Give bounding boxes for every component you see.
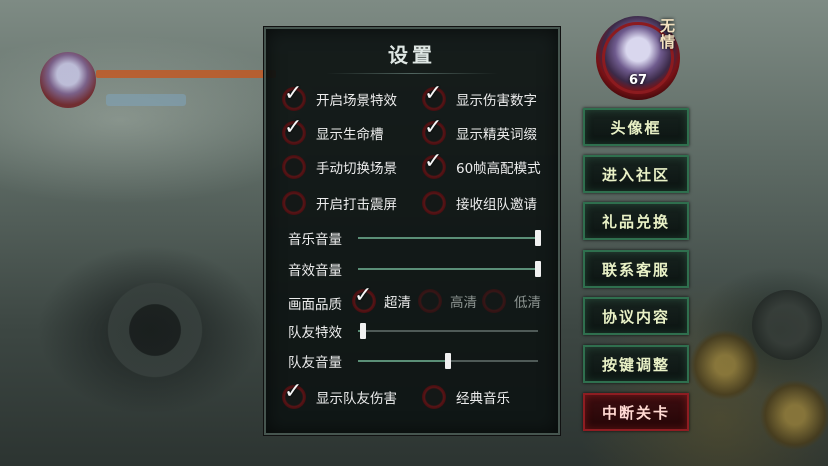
toggle-team-damage[interactable]: ✓ 显示队友伤害 <box>282 381 397 410</box>
checkmark-icon: ✓ <box>284 81 303 106</box>
team-effects-slider[interactable] <box>358 323 538 339</box>
team-effects-row: 队友特效 <box>288 321 544 341</box>
checkmark-icon: ✓ <box>424 115 443 140</box>
toggle-hit-shake[interactable]: 开启打击震屏 <box>282 190 397 216</box>
toggle-team-invite[interactable]: 接收组队邀请 <box>422 190 537 216</box>
checkbox-ring-icon: ✓ <box>282 381 306 409</box>
option-label: 经典音乐 <box>456 391 510 407</box>
checkmark-icon: ✓ <box>354 283 373 308</box>
option-label: 开启打击震屏 <box>316 197 397 213</box>
checkbox-ring-icon: ✓ <box>422 83 446 111</box>
option-label: 手动切换场景 <box>316 161 397 177</box>
checkmark-icon: ✓ <box>284 115 303 140</box>
option-label: 显示伤害数字 <box>456 93 537 109</box>
team-volume-slider[interactable] <box>358 353 538 369</box>
slider-thumb[interactable] <box>535 230 541 246</box>
agreement-button[interactable]: 协议内容 <box>583 297 689 335</box>
slider-thumb[interactable] <box>445 353 451 369</box>
checkbox-ring-icon: ✓ <box>422 151 446 179</box>
slider-fill <box>358 268 538 270</box>
quality-option-low[interactable]: 低清 <box>482 288 541 314</box>
option-label: 开启场景特效 <box>316 93 397 109</box>
slider-label: 音效音量 <box>288 263 342 279</box>
music-volume-row: 音乐音量 <box>288 228 544 248</box>
checkbox-ring-icon <box>282 191 306 215</box>
quality-option-high[interactable]: 高清 <box>418 288 477 314</box>
checkbox-ring-icon: ✓ <box>422 117 446 145</box>
skill-button <box>752 290 822 360</box>
title-divider <box>326 73 498 74</box>
quality-label: 画面品质 <box>288 297 342 313</box>
sfx-volume-row: 音效音量 <box>288 259 544 279</box>
slider-label: 队友特效 <box>288 325 342 341</box>
avatar-name: 无情 <box>658 18 676 50</box>
virtual-joystick <box>95 270 215 390</box>
quality-option-ultra[interactable]: ✓ 超清 <box>352 285 411 314</box>
gift-redeem-button[interactable]: 礼品兑换 <box>583 202 689 240</box>
radio-ring-icon <box>418 289 442 313</box>
checkbox-ring-icon <box>422 191 446 215</box>
boss-portrait <box>40 52 96 108</box>
skill-button <box>690 330 760 400</box>
checkbox-ring-icon: ✓ <box>282 117 306 145</box>
music-volume-slider[interactable] <box>358 230 541 246</box>
panel-title: 设置 <box>388 43 436 67</box>
settings-panel: 设置 ✓ 开启场景特效 ✓ 显示伤害数字 ✓ 显示生命槽 ✓ 显示精英词缀 手动… <box>264 27 560 435</box>
option-label: 60帧高配模式 <box>456 161 541 177</box>
toggle-classic-music[interactable]: 经典音乐 <box>422 384 510 410</box>
option-label: 超清 <box>384 295 411 311</box>
toggle-scene-effects[interactable]: ✓ 开启场景特效 <box>282 83 397 112</box>
option-label: 接收组队邀请 <box>456 197 537 213</box>
toggle-manual-scene[interactable]: 手动切换场景 <box>282 154 397 180</box>
toggle-health-slots[interactable]: ✓ 显示生命槽 <box>282 117 384 146</box>
abort-stage-button[interactable]: 中断关卡 <box>583 393 689 431</box>
skill-button <box>760 380 828 450</box>
option-label: 高清 <box>450 295 477 311</box>
avatar-frame-button[interactable]: 头像框 <box>583 108 689 146</box>
key-binding-button[interactable]: 按键调整 <box>583 345 689 383</box>
slider-thumb[interactable] <box>360 323 367 339</box>
checkmark-icon: ✓ <box>284 379 303 404</box>
slider-fill <box>358 360 448 362</box>
support-button[interactable]: 联系客服 <box>583 250 689 288</box>
option-label: 低清 <box>514 295 541 311</box>
checkbox-ring-icon <box>282 155 306 179</box>
option-label: 显示队友伤害 <box>316 391 397 407</box>
checkbox-ring-icon <box>422 385 446 409</box>
player-level: 67 <box>628 73 648 88</box>
radio-ring-icon: ✓ <box>352 285 376 313</box>
toggle-damage-numbers[interactable]: ✓ 显示伤害数字 <box>422 83 537 112</box>
option-label: 显示精英词缀 <box>456 127 537 143</box>
checkmark-icon: ✓ <box>424 81 443 106</box>
slider-label: 队友音量 <box>288 355 342 371</box>
team-volume-row: 队友音量 <box>288 351 544 371</box>
checkbox-ring-icon: ✓ <box>282 83 306 111</box>
sfx-volume-slider[interactable] <box>358 261 541 277</box>
slider-fill <box>358 237 538 239</box>
toggle-60fps[interactable]: ✓ 60帧高配模式 <box>422 151 541 180</box>
boss-name-tag <box>106 94 186 106</box>
radio-ring-icon <box>482 289 506 313</box>
toggle-elite-affix[interactable]: ✓ 显示精英词缀 <box>422 117 537 146</box>
boss-health-bar <box>96 70 276 78</box>
slider-thumb[interactable] <box>535 261 541 277</box>
player-avatar[interactable]: 无情 67 <box>596 16 680 100</box>
slider-label: 音乐音量 <box>288 232 342 248</box>
community-button[interactable]: 进入社区 <box>583 155 689 193</box>
checkmark-icon: ✓ <box>424 149 443 174</box>
option-label: 显示生命槽 <box>316 127 384 143</box>
